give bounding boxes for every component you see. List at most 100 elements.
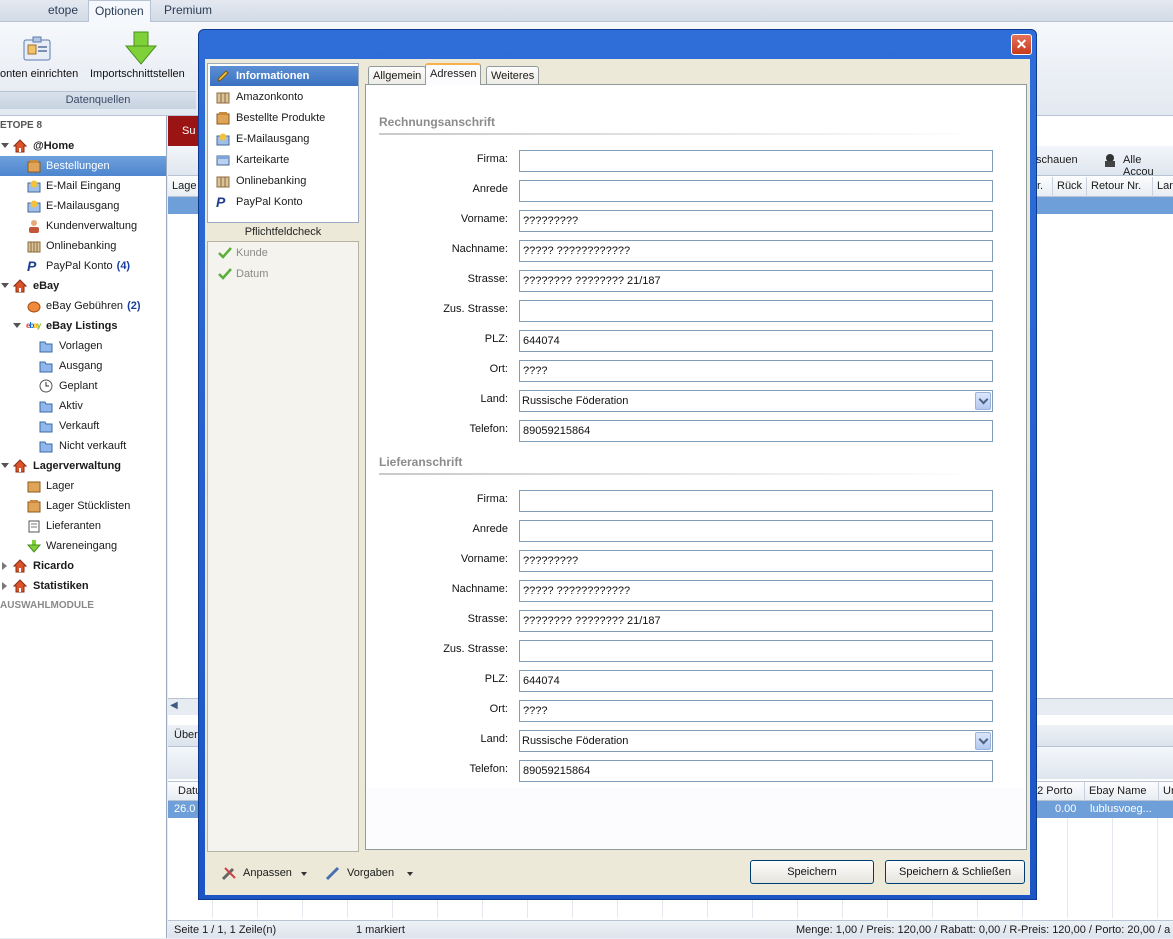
billing-strasse-field[interactable] <box>519 270 993 292</box>
billing-telefon-field[interactable] <box>519 420 993 442</box>
tree-item-ebay[interactable]: eBay <box>0 276 166 296</box>
tree-item-ricardo[interactable]: Ricardo <box>0 556 166 576</box>
tab-weiteres[interactable]: Weiteres <box>486 66 540 85</box>
tree-item-nicht-verkauft[interactable]: Nicht verkauft <box>0 436 166 456</box>
tree-item-aktiv[interactable]: Aktiv <box>0 396 166 416</box>
tree-item-home[interactable]: @Home <box>0 136 166 156</box>
shipping-zus-strasse-label: Zus. Strasse: <box>443 643 508 655</box>
tree-item-verkauft[interactable]: Verkauft <box>0 416 166 436</box>
column-header[interactable]: Lage <box>168 177 198 197</box>
column-header[interactable]: Rück <box>1052 177 1086 197</box>
shipping-plz-label: PLZ: <box>484 673 508 685</box>
column-header[interactable]: Ur <box>1158 782 1173 802</box>
section-emailausgang[interactable]: E-Mailausgang <box>210 129 358 149</box>
column-header[interactable]: Ebay Name <box>1084 782 1158 802</box>
vorgaben-menu-button[interactable]: Vorgaben <box>325 863 413 883</box>
column-header[interactable]: Datu <box>174 782 200 802</box>
import-interfaces-button[interactable]: Importschnittstellen <box>90 68 185 80</box>
detail-tab-overview[interactable]: Über <box>174 729 198 741</box>
import-arrow-icon[interactable] <box>124 30 158 66</box>
section-informationen[interactable]: Informationen <box>210 66 358 86</box>
tree-item-email-eingang[interactable]: E-Mail Eingang <box>0 176 166 196</box>
account-card-icon[interactable] <box>22 36 52 64</box>
section-bestellte-produkte[interactable]: Bestellte Produkte <box>210 108 358 128</box>
tree-item-lager[interactable]: Lager <box>0 476 166 496</box>
tree-section-auswahlmodule[interactable]: AUSWAHLMODULE <box>0 596 166 616</box>
tree-item-kundenverwaltung[interactable]: Kundenverwaltung <box>0 216 166 236</box>
shipping-strasse-label: Strasse: <box>467 613 508 625</box>
expand-icon[interactable] <box>1 463 9 468</box>
tree-item-wareneingang[interactable]: Wareneingang <box>0 536 166 556</box>
checkmark-icon <box>218 268 232 280</box>
tree-item-lagerverwaltung[interactable]: Lagerverwaltung <box>0 456 166 476</box>
mail-out-icon <box>27 200 41 213</box>
view-button[interactable]: schauen <box>1036 154 1078 166</box>
shipping-nachname-field[interactable] <box>519 580 993 602</box>
tab-allgemein[interactable]: Allgemein <box>368 66 427 85</box>
column-header[interactable]: Lar <box>1152 177 1173 197</box>
shipping-vorname-field[interactable] <box>519 550 993 572</box>
billing-plz-field[interactable] <box>519 330 993 352</box>
shipping-anrede-field[interactable] <box>519 520 993 542</box>
save-and-close-button[interactable]: Speichern & Schließen <box>885 860 1025 884</box>
tree-item-paypal[interactable]: P PayPal Konto (4) <box>0 256 166 276</box>
save-button[interactable]: Speichern <box>750 860 874 884</box>
shipping-zus-strasse-field[interactable] <box>519 640 993 662</box>
section-paypal-konto[interactable]: P PayPal Konto <box>210 192 358 212</box>
billing-land-select[interactable]: Russische Föderation <box>519 390 993 412</box>
tree-item-lager-stuecklisten[interactable]: Lager Stücklisten <box>0 496 166 516</box>
collapse-icon[interactable] <box>2 582 7 590</box>
scroll-left-icon[interactable]: ◀ <box>170 700 178 711</box>
shipping-firma-field[interactable] <box>519 490 993 512</box>
home-icon <box>13 579 27 593</box>
search-tab[interactable]: Su <box>168 116 202 146</box>
billing-zus-strasse-field[interactable] <box>519 300 993 322</box>
tree-item-ebay-gebuehren[interactable]: eBay Gebühren (2) <box>0 296 166 316</box>
ribbon-tab-etope[interactable]: etope <box>42 0 84 22</box>
shipping-land-select[interactable]: Russische Föderation <box>519 730 993 752</box>
chevron-down-icon[interactable] <box>975 732 991 750</box>
expand-icon[interactable] <box>1 143 9 148</box>
tree-root: ETOPE 8 <box>0 120 43 131</box>
clock-icon <box>39 379 53 393</box>
billing-anrede-field[interactable] <box>519 180 993 202</box>
section-onlinebanking[interactable]: Onlinebanking <box>210 171 358 191</box>
expand-icon[interactable] <box>13 323 21 328</box>
shipping-plz-field[interactable] <box>519 670 993 692</box>
ribbon-tab-premium[interactable]: Premium <box>158 0 218 22</box>
chevron-down-icon[interactable] <box>975 392 991 410</box>
section-karteikarte[interactable]: Karteikarte <box>210 150 358 170</box>
shipping-telefon-field[interactable] <box>519 760 993 782</box>
tab-adressen[interactable]: Adressen <box>425 63 482 85</box>
section-amazonkonto[interactable]: Amazonkonto <box>210 87 358 107</box>
folder-icon <box>39 341 53 353</box>
close-button[interactable]: ✕ <box>1011 34 1032 55</box>
anpassen-menu-button[interactable]: Anpassen <box>221 863 307 883</box>
product-box-icon <box>216 112 230 125</box>
tree-item-ausgang[interactable]: Ausgang <box>0 356 166 376</box>
billing-ort-field[interactable] <box>519 360 993 382</box>
billing-nachname-field[interactable] <box>519 240 993 262</box>
tree-item-bestellungen[interactable]: Bestellungen <box>0 156 166 176</box>
tree-item-onlinebanking[interactable]: Onlinebanking <box>0 236 166 256</box>
billing-zus-strasse-label: Zus. Strasse: <box>443 303 508 315</box>
tree-item-email-ausgang[interactable]: E-Mailausgang <box>0 196 166 216</box>
shipping-vorname-label: Vorname: <box>460 553 508 565</box>
collapse-icon[interactable] <box>2 562 7 570</box>
ribbon-tab-optionen[interactable]: Optionen <box>88 0 151 22</box>
tree-item-statistiken[interactable]: Statistiken <box>0 576 166 596</box>
billing-firma-field[interactable] <box>519 150 993 172</box>
tree-item-vorlagen[interactable]: Vorlagen <box>0 336 166 356</box>
billing-nachname-label: Nachname: <box>451 243 508 255</box>
tree-item-lieferanten[interactable]: Lieferanten <box>0 516 166 536</box>
piggy-bank-icon <box>27 301 41 313</box>
tree-item-geplant[interactable]: Geplant <box>0 376 166 396</box>
accounts-button[interactable]: onten einrichten <box>0 68 78 80</box>
shipping-ort-field[interactable] <box>519 700 993 722</box>
billing-vorname-field[interactable] <box>519 210 993 232</box>
column-header[interactable]: Retour Nr. <box>1086 177 1152 197</box>
expand-icon[interactable] <box>1 283 9 288</box>
all-accounts-button[interactable]: Alle Accou <box>1123 154 1173 178</box>
tree-item-ebay-listings[interactable]: ebay eBay Listings <box>0 316 166 336</box>
shipping-strasse-field[interactable] <box>519 610 993 632</box>
